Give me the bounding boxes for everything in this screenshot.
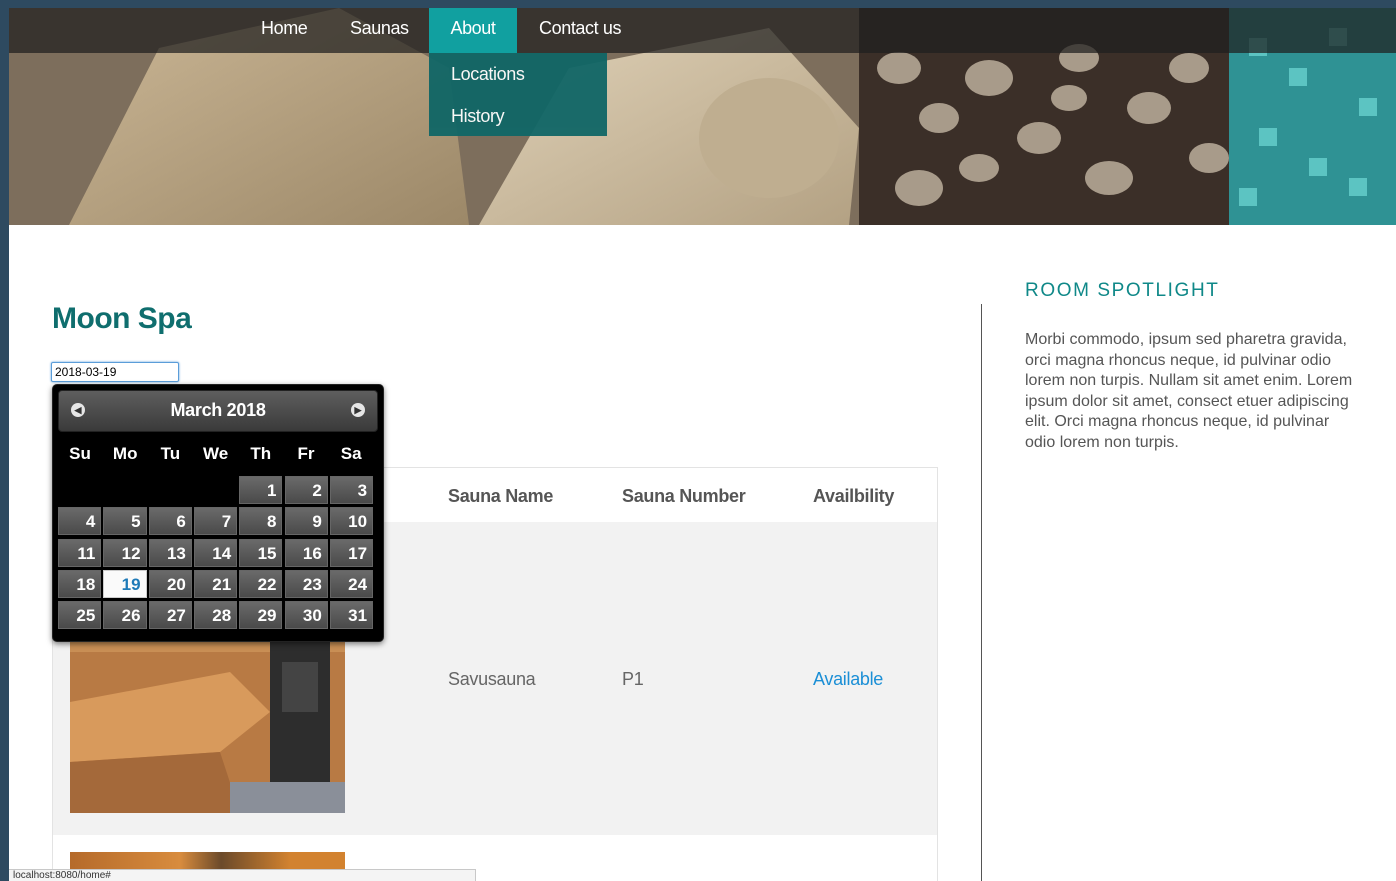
page: Home Saunas About Contact us Locations H… [9,8,1396,881]
weekday-label: Th [250,444,272,463]
browser-status-bar: localhost:8080/home# [9,869,476,881]
dropdown-history[interactable]: History [451,106,505,127]
cell-availability-link[interactable]: Available [813,669,883,690]
column-divider [981,304,982,881]
calendar-day[interactable]: 2 [284,476,328,504]
calendar-day[interactable]: 12 [103,538,147,567]
calendar-day[interactable]: 24 [329,569,374,598]
datepicker: ◀ March 2018 ▶ Su Mo Tu We Th Fr Sa 1234567891… [52,384,384,642]
date-input[interactable] [51,362,179,382]
calendar-day[interactable]: 4 [58,507,102,536]
calendar-day[interactable]: 1 [239,476,283,504]
weekday-label: We [202,444,229,463]
datepicker-header: ◀ March 2018 ▶ [58,390,378,432]
calendar-day[interactable]: 15 [239,538,283,567]
sidebar-title: ROOM SPOTLIGHT [1025,280,1220,301]
calendar-day[interactable]: 3 [329,476,374,504]
calendar-day[interactable]: 8 [239,507,283,536]
dropdown-locations[interactable]: Locations [451,64,525,85]
calendar-day[interactable]: 18 [58,569,102,598]
weekday-label: Sa [340,444,362,463]
calendar-day[interactable]: 27 [148,601,192,630]
header-sauna-name: Sauna Name [448,486,554,506]
calendar-day[interactable]: 26 [103,601,147,630]
datepicker-title: March 2018 [170,400,266,420]
main-nav: Home Saunas About Contact us [9,8,1396,53]
nav-home[interactable]: Home [261,8,308,53]
weekday-label: Fr [297,444,315,463]
nav-about[interactable]: About [429,8,517,53]
calendar-day[interactable]: 22 [239,569,283,598]
nav-saunas[interactable]: Saunas [350,8,409,53]
calendar-day[interactable]: 10 [329,507,374,536]
calendar-day[interactable]: 5 [103,507,147,536]
about-dropdown: Locations History [429,53,607,136]
page-title: Moon Spa [52,302,192,335]
calendar-day[interactable]: 25 [58,601,102,630]
header-sauna-number: Sauna Number [622,486,746,506]
calendar-day[interactable]: 14 [193,538,238,567]
cell-sauna-number: P1 [622,669,644,689]
cell-sauna-name: Savusauna [448,669,536,689]
calendar-day[interactable]: 28 [193,601,238,630]
calendar-day[interactable]: 7 [193,507,238,536]
calendar-day[interactable]: 13 [148,538,192,567]
calendar-day[interactable]: 31 [329,601,374,630]
sidebar-text: Morbi commodo, ipsum sed pharetra gravid… [1025,331,1353,451]
calendar-day[interactable]: 21 [193,569,238,598]
calendar-day[interactable]: 23 [284,569,328,598]
calendar-day[interactable]: 9 [284,507,328,536]
calendar-day[interactable]: 30 [284,601,328,630]
hero-banner: Home Saunas About Contact us Locations H… [9,8,1396,225]
weekday-label: Tu [160,444,181,463]
weekday-label: Su [69,444,91,463]
weekday-label: Mo [112,444,138,463]
calendar-day[interactable]: 29 [239,601,283,630]
calendar-day[interactable]: 19 [103,569,147,598]
calendar-day[interactable]: 11 [58,538,102,567]
calendar-day[interactable]: 6 [148,507,192,536]
calendar-day[interactable]: 20 [148,569,192,598]
header-availability: Availbility [813,486,895,506]
nav-contact[interactable]: Contact us [539,8,621,53]
circle-triangle-right-icon[interactable]: ▶ [351,403,365,417]
calendar-day[interactable]: 17 [329,538,374,567]
calendar-day[interactable]: 16 [284,538,328,567]
